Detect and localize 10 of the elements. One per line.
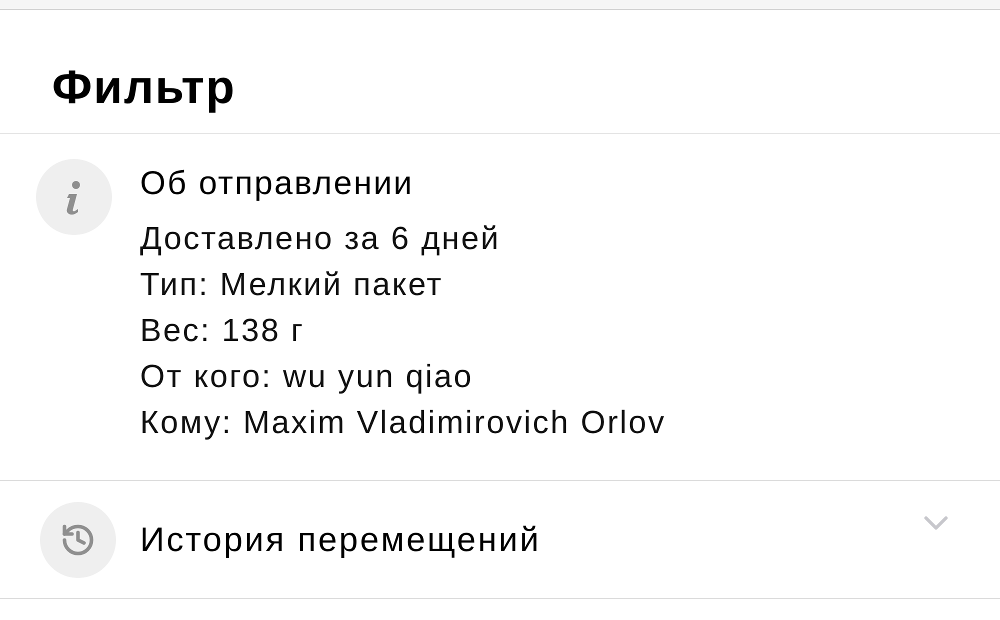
info-line: Вес: 138 г	[140, 311, 306, 350]
history-row[interactable]: История перемещений	[0, 481, 1000, 599]
info-line: Доставлено за 6 дней	[140, 219, 502, 258]
info-line: Тип: Мелкий пакет	[140, 265, 444, 304]
section-heading: История перемещений	[140, 520, 542, 560]
info-line: Кому: Maxim Vladimirovich Orlov	[140, 403, 666, 442]
section-heading: Об отправлении	[140, 163, 415, 203]
page-title: Фильтр	[52, 58, 236, 114]
info-line: От кого: wu yun qiao	[140, 357, 474, 396]
info-icon	[36, 159, 112, 235]
